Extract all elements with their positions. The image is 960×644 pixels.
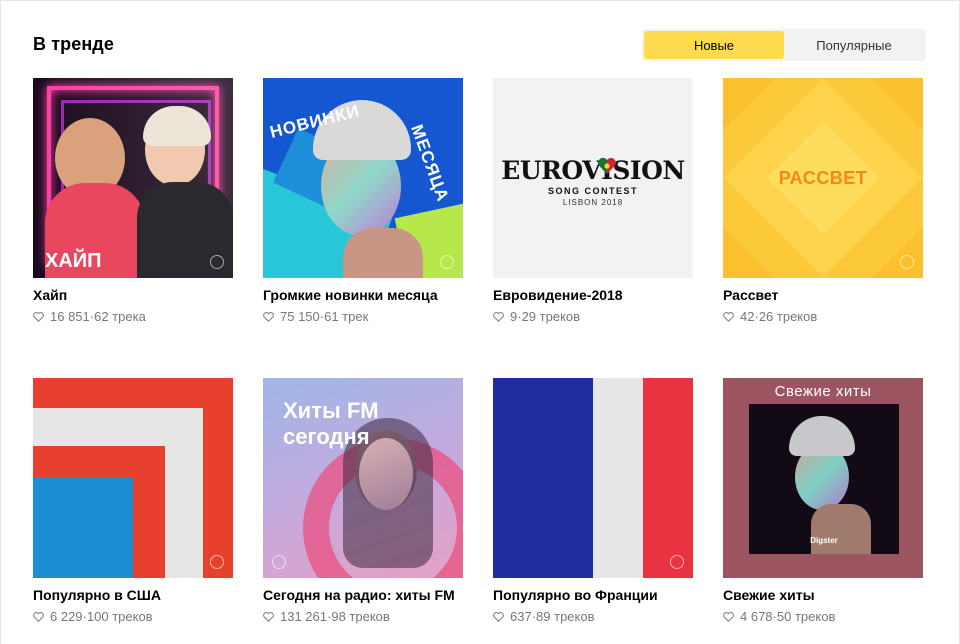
playlist-title[interactable]: Популярно в США [33,587,233,603]
playlist-meta: 4 678 · 50 треков [723,609,923,624]
tracks-count: 89 треков [536,609,595,624]
playlist-card-france[interactable]: Популярно во Франции 637 · 89 треков [493,378,693,624]
yandex-music-logo-icon [210,255,224,269]
playlist-cover[interactable] [493,378,693,578]
album-art: Digster [749,404,899,554]
likes-count: 42 [740,309,755,324]
playlist-cover[interactable]: ХАЙП [33,78,233,278]
sort-tabs: Новые Популярные [642,29,926,61]
cover-text: Свежие хиты [774,383,872,400]
likes-count: 637 [510,609,532,624]
tracks-count: 50 треков [776,609,836,624]
tracks-count: 98 треков [331,609,390,624]
heart-flag-icon [597,156,617,176]
playlist-meta: 16 851 · 62 трека [33,309,233,324]
heart-icon[interactable] [33,611,44,622]
likes-count: 4 678 [740,609,773,624]
playlist-card-sunrise[interactable]: РАССВЕТ Рассвет 42 · 26 треков [723,78,923,324]
cover-text: сегодня [283,424,370,449]
heart-icon[interactable] [263,311,274,322]
cover-text: EUROVISION [501,156,685,185]
playlist-meta: 6 229 · 100 треков [33,609,233,624]
playlist-title[interactable]: Хайп [33,287,233,303]
person-body [343,228,423,278]
heart-icon[interactable] [33,311,44,322]
yandex-music-logo-icon [272,555,286,569]
playlist-card-hype[interactable]: ХАЙП Хайп 16 851 · 62 трека [33,78,233,324]
playlist-meta: 42 · 26 треков [723,309,923,324]
playlist-meta: 9 · 29 треков [493,309,693,324]
likes-count: 131 261 [280,609,327,624]
playlist-title[interactable]: Популярно во Франции [493,587,693,603]
playlist-cover[interactable]: Свежие хиты Digster [723,378,923,578]
heart-icon[interactable] [493,611,504,622]
heart-icon[interactable] [723,611,734,622]
cover-text: ХАЙП [45,250,102,272]
cover-text: РАССВЕТ [778,168,868,188]
cover-text: Хиты FM [283,398,379,423]
yandex-music-logo-icon [440,255,454,269]
playlist-card-fm-hits[interactable]: Хиты FM сегодня Сегодня на радио: хиты F… [263,378,463,624]
playlist-card-new-releases[interactable]: НОВИНКИ МЕСЯЦА Громкие новинки месяца 75… [263,78,463,324]
yandex-music-logo-icon [900,255,914,269]
heart-icon[interactable] [723,311,734,322]
likes-count: 6 229 [50,609,83,624]
playlist-title[interactable]: Евровидение-2018 [493,287,693,303]
tracks-count: 29 треков [521,309,581,324]
cover-text: МЕСЯЦА [407,122,453,205]
playlist-card-eurovision[interactable]: EUROVISION SONG CONTEST LISBON 2018 Евро… [493,78,693,324]
playlist-card-fresh-hits[interactable]: Свежие хиты Digster Свежие хиты 4 678 · … [723,378,923,624]
playlist-meta: 75 150 · 61 трек [263,309,463,324]
playlist-title[interactable]: Рассвет [723,287,923,303]
yandex-music-logo-icon [210,555,224,569]
playlist-meta: 637 · 89 треков [493,609,693,624]
tracks-count: 62 трека [94,309,146,324]
playlist-cover[interactable] [33,378,233,578]
playlist-title[interactable]: Сегодня на радио: хиты FM [263,587,463,603]
tab-popular[interactable]: Популярные [784,31,924,59]
playlist-meta: 131 261 · 98 треков [263,609,463,624]
tracks-count: 100 треков [86,609,153,624]
likes-count: 16 851 [50,309,90,324]
likes-count: 75 150 [280,309,320,324]
tracks-count: 61 трек [324,309,369,324]
tracks-count: 26 треков [758,309,818,324]
heart-icon[interactable] [263,611,274,622]
likes-count: 9 [510,309,518,324]
yandex-music-logo-icon [670,555,684,569]
section-title: В тренде [33,34,114,54]
heart-icon[interactable] [493,311,504,322]
cover-text: SONG CONTEST [547,186,638,196]
playlist-title[interactable]: Свежие хиты [723,587,923,603]
person-hair [789,416,855,456]
playlist-card-usa[interactable]: Популярно в США 6 229 · 100 треков [33,378,233,624]
playlist-cover[interactable]: РАССВЕТ [723,78,923,278]
playlist-cover[interactable]: Хиты FM сегодня [263,378,463,578]
playlist-cover[interactable]: EUROVISION SONG CONTEST LISBON 2018 [493,78,693,278]
tab-new[interactable]: Новые [644,31,784,59]
playlist-cover[interactable]: НОВИНКИ МЕСЯЦА [263,78,463,278]
person-body [811,504,871,554]
playlist-title[interactable]: Громкие новинки месяца [263,287,463,303]
digster-logo: Digster [810,536,838,545]
cover-text: LISBON 2018 [562,198,624,207]
